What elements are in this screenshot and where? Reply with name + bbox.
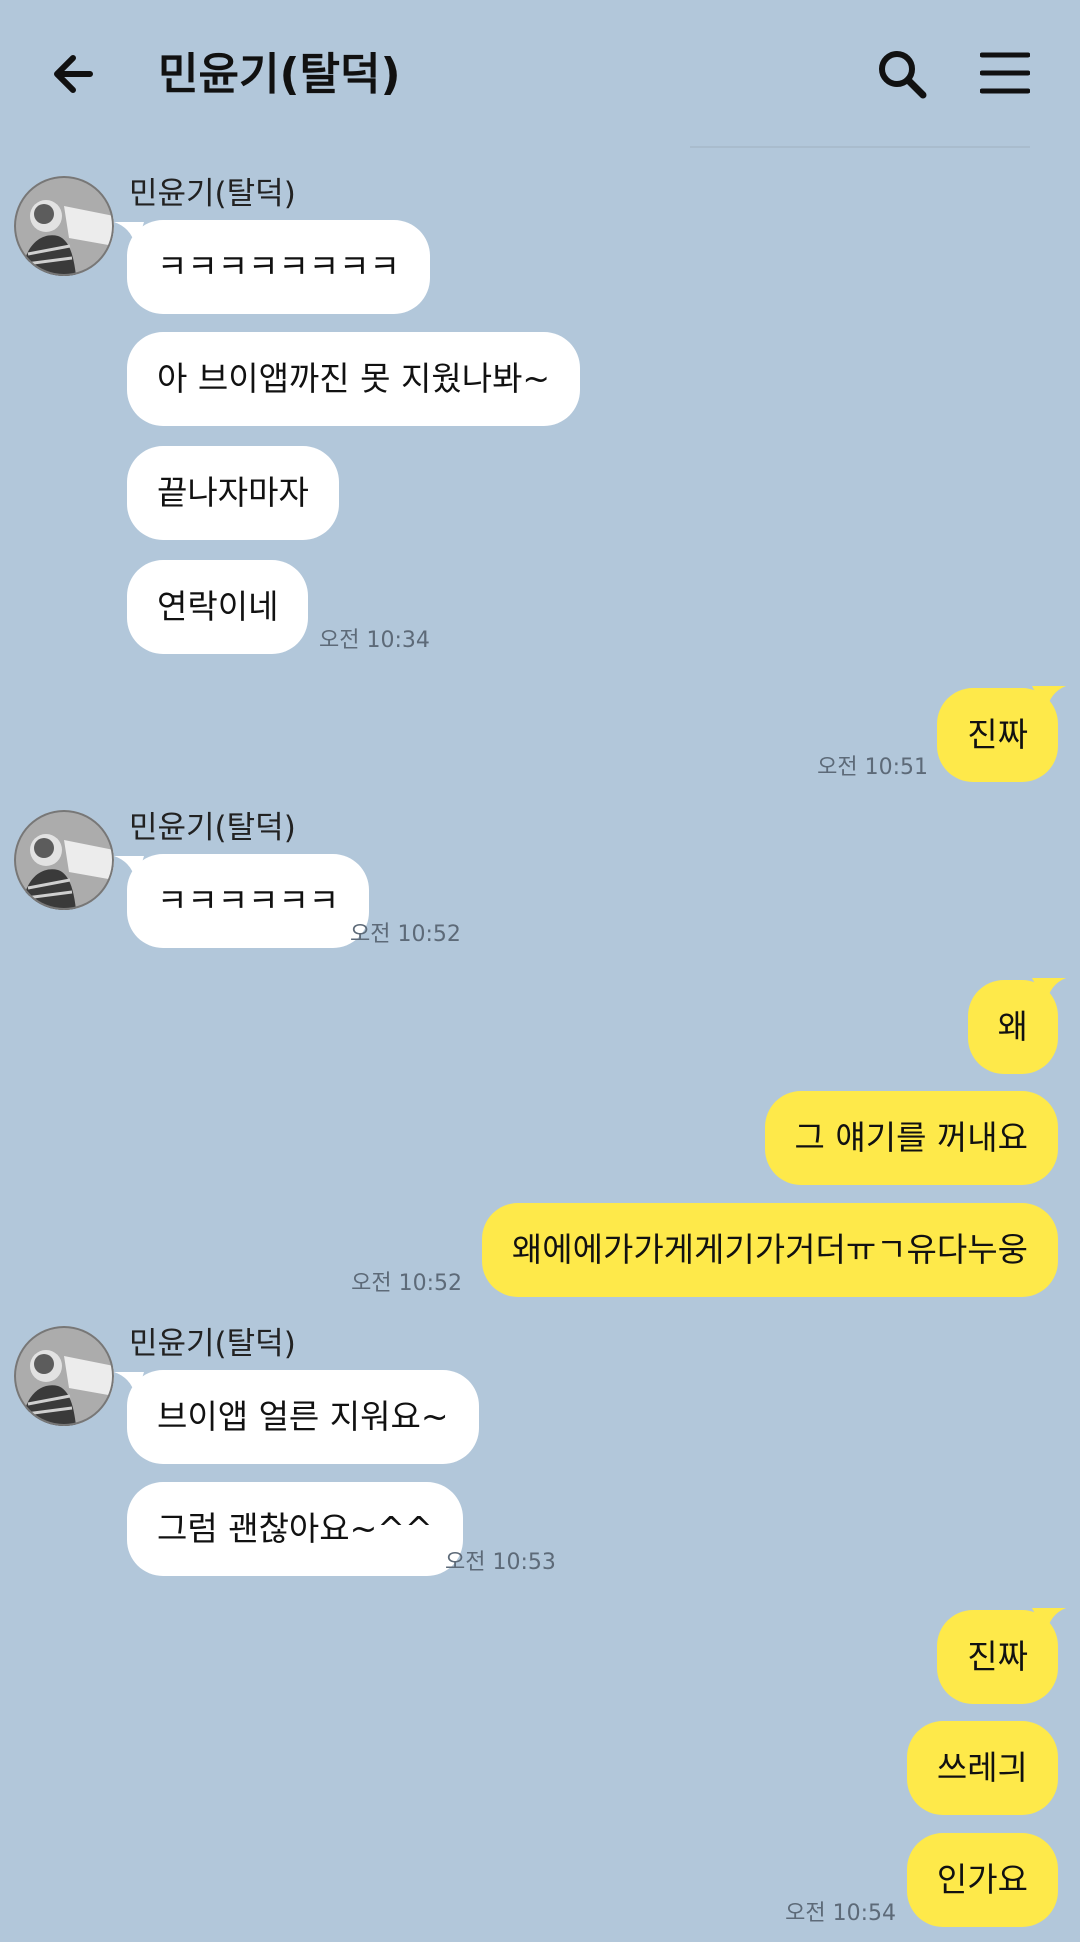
hamburger-menu-icon <box>979 52 1031 94</box>
incoming-message[interactable]: ㅋㅋㅋㅋㅋㅋ <box>127 854 370 948</box>
message-time: 오전 10:34 <box>319 628 430 653</box>
incoming-message[interactable]: 브이앱 얼른 지워요~ <box>127 1370 479 1464</box>
outgoing-message[interactable]: 그 얘기를 꺼내요 <box>764 1091 1058 1185</box>
message-time: 오전 10:51 <box>817 755 928 780</box>
incoming-message[interactable]: ㅋㅋㅋㅋㅋㅋㅋㅋ <box>127 220 430 314</box>
back-button[interactable] <box>46 44 106 104</box>
profile-photo <box>14 1326 114 1426</box>
incoming-message[interactable]: 아 브이앱까진 못 지웠나봐~ <box>127 332 581 426</box>
incoming-message[interactable]: 그럼 괜찮아요~^^ <box>127 1482 463 1576</box>
outgoing-message[interactable]: 왜에에가가게게기가거더ㅠㄱ유다누웅 <box>481 1203 1058 1297</box>
header-divider <box>690 146 1030 148</box>
search-button[interactable] <box>874 46 930 102</box>
profile-photo <box>14 176 114 276</box>
chat-title: 민윤기(탈덕) <box>158 49 401 100</box>
sender-name: 민윤기(탈덕) <box>129 1326 296 1362</box>
avatar[interactable] <box>14 810 114 910</box>
message-time: 오전 10:54 <box>785 1901 896 1926</box>
incoming-message[interactable]: 끝나자마자 <box>127 446 339 540</box>
message-time: 오전 10:52 <box>351 1271 462 1296</box>
avatar[interactable] <box>14 176 114 276</box>
avatar[interactable] <box>14 1326 114 1426</box>
outgoing-message[interactable]: 쓰레긔 <box>906 1721 1058 1815</box>
outgoing-message[interactable]: 인가요 <box>906 1833 1058 1927</box>
profile-photo <box>14 810 114 910</box>
message-time: 오전 10:52 <box>350 922 461 947</box>
outgoing-message[interactable]: 왜 <box>967 980 1058 1074</box>
outgoing-message[interactable]: 진짜 <box>937 1610 1058 1704</box>
message-time: 오전 10:53 <box>445 1550 556 1575</box>
chat-header: 민윤기(탈덕) <box>0 0 1080 150</box>
incoming-message[interactable]: 연락이네 <box>127 560 309 654</box>
search-icon <box>879 51 927 99</box>
arrow-left-icon <box>54 55 93 93</box>
sender-name: 민윤기(탈덕) <box>129 176 296 212</box>
sender-name: 민윤기(탈덕) <box>129 810 296 846</box>
outgoing-message[interactable]: 진짜 <box>937 688 1058 782</box>
menu-button[interactable] <box>979 50 1031 96</box>
